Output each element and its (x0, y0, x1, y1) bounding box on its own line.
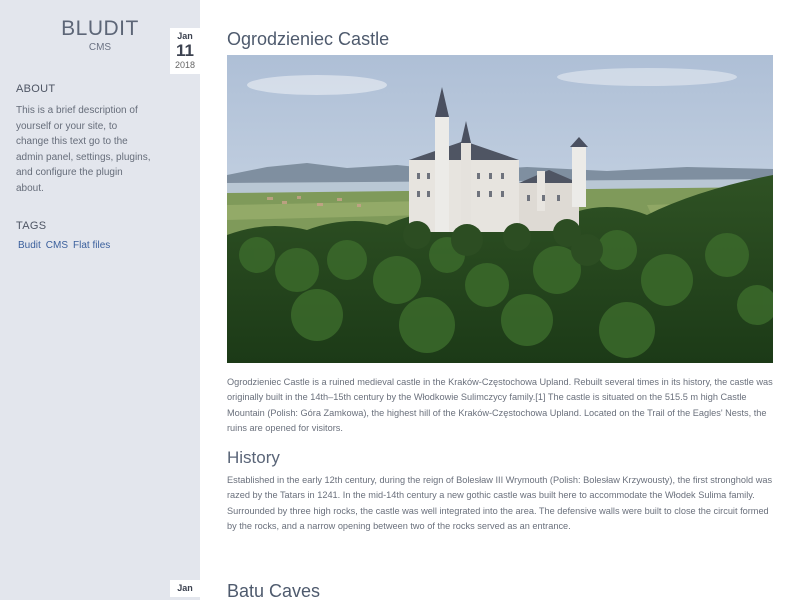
post-cover-image (227, 55, 773, 363)
castle-landscape-image (227, 55, 773, 363)
post-date-day: 11 (176, 41, 194, 60)
post-intro-text: Ogrodzieniec Castle is a ruined medieval… (227, 377, 773, 433)
post-date-year: 2018 (174, 60, 196, 70)
post-title[interactable]: Batu Caves (227, 580, 773, 600)
sidebar: BLUDIT CMS ABOUT This is a brief descrip… (0, 0, 200, 600)
post-date-badge: Jan 11 2018 (170, 28, 200, 74)
brand: BLUDIT CMS (16, 18, 184, 54)
section-heading-history: History (227, 448, 280, 467)
post-date-badge: Jan (170, 580, 200, 597)
tag-link-cms[interactable]: CMS (46, 240, 68, 251)
tags-heading: TAGS (16, 220, 47, 232)
about-heading: ABOUT (16, 83, 56, 95)
site-title[interactable]: BLUDIT (16, 18, 184, 40)
tag-link-budit[interactable]: Budit (18, 240, 41, 251)
site-subtitle: CMS (88, 42, 112, 53)
post-title[interactable]: Ogrodzieniec Castle (227, 28, 773, 50)
about-text: This is a brief description of yourself … (16, 105, 151, 194)
post-date-month: Jan (177, 583, 193, 593)
tag-link-flat-files[interactable]: Flat files (73, 240, 110, 251)
tag-list: Budit CMS Flat files (16, 240, 184, 251)
section-text-history: Established in the early 12th century, d… (227, 475, 773, 531)
